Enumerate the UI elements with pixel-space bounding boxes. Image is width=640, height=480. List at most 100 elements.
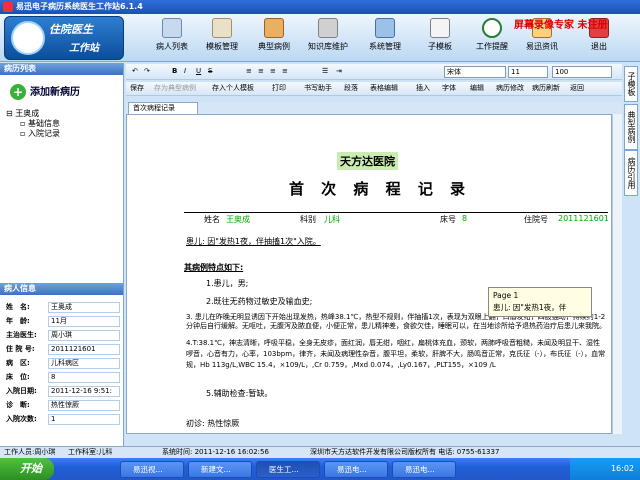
chief-complaint: 患儿: 因"发热1夜，伴抽搐1次"入院。 [186, 237, 321, 246]
sub-template-button[interactable]: 子模板 [420, 18, 460, 58]
status-company: 深圳市天方达软件开发有限公司版权所有 电话: 0755-61337 [310, 448, 500, 456]
template-manage-button[interactable]: 模板管理 [200, 18, 244, 58]
item-1: 1.患儿，男; [206, 279, 249, 288]
title-bar: 易迅电子病历系统医生工作站6.1.4 [0, 0, 640, 14]
hdr-bed-value: 8 [462, 214, 468, 223]
patient-list-button[interactable]: 病人列表 [150, 18, 194, 58]
hdr-adm-value: 2011121601 [558, 214, 609, 223]
status-time: 系统时间: 2011-12-16 16:02:56 [162, 448, 269, 456]
hdr-adm-label: 住院号 [524, 215, 548, 224]
info-row: 入院次数: 1 [2, 413, 122, 426]
app-title: 易迅电子病历系统医生工作站6.1.4 [16, 2, 143, 11]
strike-icon[interactable]: S [208, 66, 212, 77]
sub-template-icon [430, 18, 450, 38]
table-edit-button[interactable]: 表格编辑 [370, 83, 398, 94]
clock-icon [482, 18, 502, 38]
template-icon [212, 18, 232, 38]
tab-record-quote[interactable]: 病历引用 [624, 150, 638, 196]
format-toolbar: ↶ ↷ B I U S ≡ ≡ ≡ ≡ ☰ ⇥ 宋体 11 100 [126, 64, 622, 80]
logo-line2: 工作站 [69, 43, 99, 54]
header-divider [184, 212, 608, 213]
edit-button[interactable]: 编辑 [470, 83, 484, 94]
patient-list-icon [162, 18, 182, 38]
system-icon [375, 18, 395, 38]
zoom-select[interactable]: 100 [552, 66, 612, 78]
tab-first-course-record[interactable]: 首次病程记录 [128, 102, 198, 114]
save-typical-button[interactable]: 存为典型病例 [154, 83, 196, 94]
plus-icon: + [10, 84, 26, 100]
patient-info-header: 病人信息 [0, 283, 123, 295]
italic-icon[interactable]: I [184, 66, 186, 77]
undo-icon[interactable]: ↶ [132, 66, 138, 77]
tab-bar [126, 102, 622, 114]
hdr-dept-value: 儿科 [324, 215, 340, 224]
writing-assistant-button[interactable]: 书写助手 [304, 83, 332, 94]
logo-line1: 住院医生 [49, 23, 93, 36]
app-icon [3, 2, 13, 12]
typical-case-button[interactable]: 典型病例 [252, 18, 296, 58]
task-item[interactable]: 易迅电... [392, 461, 456, 478]
tab-typical-case[interactable]: 典型病例 [624, 104, 638, 150]
task-item[interactable]: 易迅视... [120, 461, 184, 478]
paragraph-button[interactable]: 段落 [344, 83, 358, 94]
font-button[interactable]: 字体 [442, 83, 456, 94]
initial-diagnosis: 初诊: 热性惊厥 [186, 419, 240, 428]
info-row: 年 龄: 11月 [2, 315, 122, 328]
logo: 住院医生 工作站 [4, 16, 124, 60]
system-manage-button[interactable]: 系统管理 [360, 18, 410, 58]
add-record-button[interactable]: + 添加新病历 [10, 83, 80, 100]
task-item[interactable]: 易迅电... [324, 461, 388, 478]
vertical-scrollbar[interactable] [612, 114, 622, 434]
record-refresh-button[interactable]: 病历刷新 [532, 83, 560, 94]
tab-sub-template[interactable]: 子模板 [624, 66, 638, 102]
info-row: 病 区: 儿科病区 [2, 357, 122, 370]
hdr-name-label: 姓名 [204, 215, 220, 224]
work-reminder-button[interactable]: 工作提醒 [470, 18, 514, 58]
start-button[interactable]: 开始 [0, 458, 54, 480]
item-4: 4.T:38.1℃，神志清晰，呼吸平稳，全身无皮疹，面红润，唇无绀，咽红，扁桃体… [186, 339, 606, 369]
record-modify-button[interactable]: 病历修改 [496, 83, 524, 94]
document-title: 首 次 病 程 记 录 [288, 180, 472, 198]
print-button[interactable]: 打印 [272, 83, 286, 94]
section-heading: 其病例特点如下: [184, 263, 244, 272]
align-center-icon[interactable]: ≡ [258, 66, 264, 77]
font-select[interactable]: 宋体 [444, 66, 506, 78]
hospital-name: 天方达医院 [337, 152, 398, 170]
side-tabs: 子模板 典型病例 病历引用 [622, 64, 640, 444]
status-user: 工作人员:周小琪 [4, 448, 56, 456]
patient-info-panel: 病人信息 姓 名: 王奥成 年 龄: 11月 主治医生: 周小琪 住 院 号: 2011… [0, 283, 124, 446]
underline-icon[interactable]: U [196, 66, 201, 77]
item-2: 2.既往无药物过敏史及输血史; [206, 297, 313, 306]
align-left-icon[interactable]: ≡ [246, 66, 252, 77]
save-button[interactable]: 保存 [130, 83, 144, 94]
redo-icon[interactable]: ↷ [144, 66, 150, 77]
typical-case-icon [264, 18, 284, 38]
doctor-avatar-icon [11, 21, 45, 55]
record-list-header: 病历列表 [0, 63, 123, 75]
list-icon[interactable]: ☰ [322, 66, 328, 77]
justify-icon[interactable]: ≡ [282, 66, 288, 77]
bold-icon[interactable]: B [172, 66, 177, 77]
info-row: 床 位: 8 [2, 371, 122, 384]
indent-icon[interactable]: ⇥ [336, 66, 342, 77]
save-personal-template-button[interactable]: 存入个人模板 [212, 83, 254, 94]
task-item[interactable]: 医生工... [256, 461, 320, 478]
clock: 16:02 [610, 464, 634, 473]
page-tooltip: Page 1 患儿: 因"发热1夜，伴 [488, 287, 592, 317]
tree-admission-record[interactable]: ▫ 入院记录 [20, 129, 60, 139]
insert-button[interactable]: 插入 [416, 83, 430, 94]
recorder-watermark: 屏幕录像专家 未注册 [514, 20, 608, 31]
tree-basic-info[interactable]: ▫ 基础信息 [20, 119, 60, 129]
font-size-select[interactable]: 11 [508, 66, 548, 78]
info-row: 入院日期: 2011-12-16 9:51: [2, 385, 122, 398]
knowledge-base-icon [318, 18, 338, 38]
align-right-icon[interactable]: ≡ [270, 66, 276, 77]
task-item[interactable]: 新建文... [188, 461, 252, 478]
back-button[interactable]: 返回 [570, 83, 584, 94]
knowledge-base-button[interactable]: 知识库维护 [300, 18, 356, 58]
status-dept: 工作科室:儿科 [68, 448, 113, 456]
tree-patient[interactable]: ⊟ 王奥成 [6, 109, 39, 119]
system-tray: 16:02 [570, 458, 640, 480]
info-row: 姓 名: 王奥成 [2, 301, 122, 314]
hdr-bed-label: 床号 [440, 215, 456, 224]
